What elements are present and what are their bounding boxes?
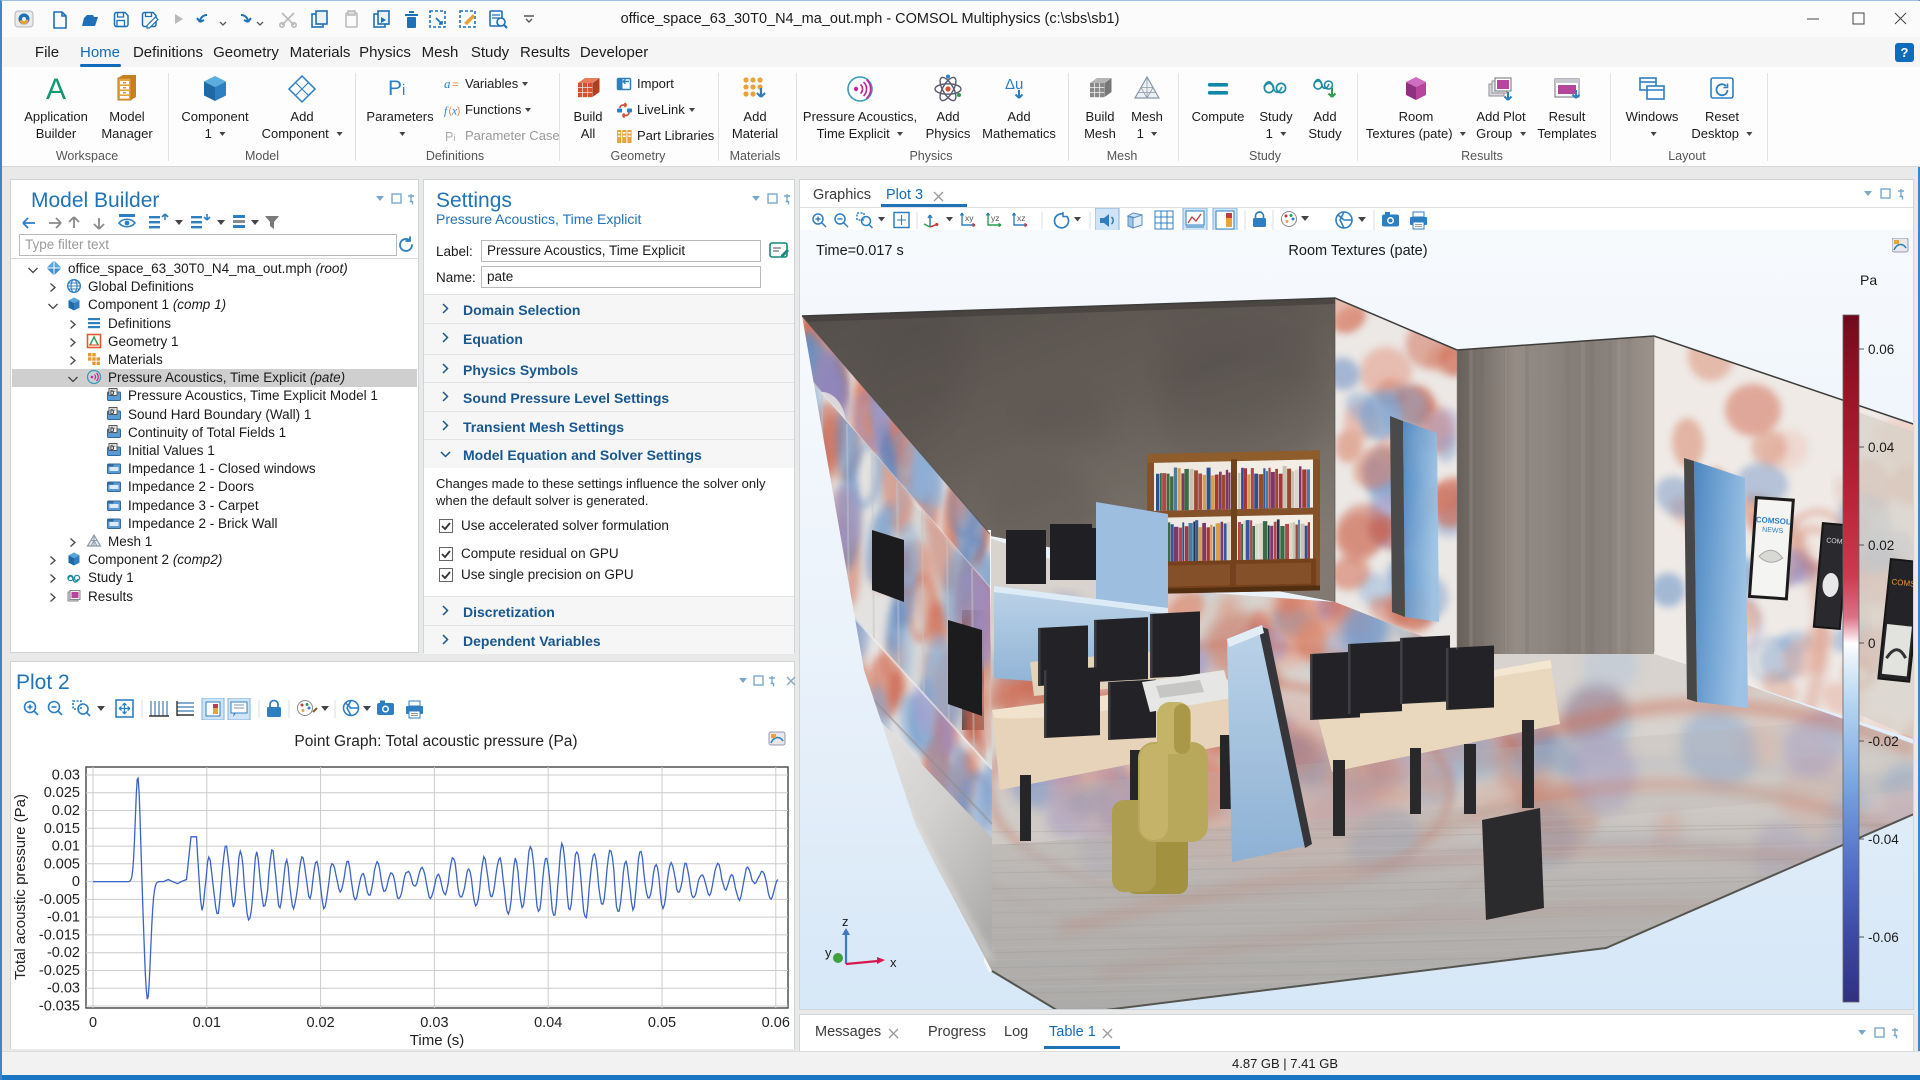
svg-text:0.04: 0.04 [1868,440,1895,455]
svg-text:a: a [444,76,451,91]
svg-text:x: x [890,955,897,970]
svg-text:P: P [388,77,402,100]
svg-text:D: D [110,428,115,434]
svg-text:i: i [402,82,405,99]
svg-text:P: P [445,130,453,144]
svg-text:0.02: 0.02 [52,803,80,819]
svg-text:-0.015: -0.015 [39,927,80,943]
svg-text:0.01: 0.01 [193,1015,221,1031]
svg-text:=: = [452,79,458,91]
svg-text:0.06: 0.06 [762,1015,790,1031]
svg-text:NEWS: NEWS [1762,527,1784,535]
svg-text:D: D [110,391,115,397]
svg-text:-0.06: -0.06 [1868,930,1899,945]
svg-text:0.01: 0.01 [52,839,80,855]
svg-text:z: z [842,914,849,929]
svg-text:0.04: 0.04 [534,1015,562,1031]
svg-text:0.02: 0.02 [1868,538,1894,553]
svg-text:0.03: 0.03 [52,768,80,784]
svg-text:-0.03: -0.03 [47,981,80,997]
svg-text:0: 0 [89,1015,97,1031]
svg-text:-0.02: -0.02 [47,945,80,961]
svg-text:0.005: 0.005 [44,856,80,872]
svg-text:-0.01: -0.01 [47,910,80,926]
svg-text:-0.035: -0.035 [39,999,80,1015]
svg-text:Time (s): Time (s) [410,1032,464,1049]
svg-text:0.02: 0.02 [306,1015,334,1031]
svg-text:-0.025: -0.025 [39,963,80,979]
svg-text:y: y [825,945,832,960]
svg-text:0.015: 0.015 [44,821,80,837]
svg-text:xy: xy [965,213,974,223]
svg-text:-0.04: -0.04 [1868,832,1899,847]
svg-text:D: D [110,410,115,416]
svg-text:0: 0 [72,874,80,890]
svg-text:yz: yz [991,213,1000,223]
svg-text:0.025: 0.025 [44,785,80,801]
svg-text:0.06: 0.06 [1868,342,1894,357]
svg-text:xz: xz [1017,213,1026,223]
svg-text:Total acoustic pressure (Pa): Total acoustic pressure (Pa) [12,794,29,980]
svg-text:0.05: 0.05 [648,1015,676,1031]
svg-text:0.03: 0.03 [420,1015,448,1031]
svg-text:Pa: Pa [1860,272,1877,288]
svg-text:A: A [46,74,66,104]
svg-text:-0.005: -0.005 [39,892,80,908]
svg-text:D: D [110,446,115,452]
svg-text:COM: COM [1826,537,1843,545]
svg-text:): ) [457,106,460,117]
svg-text:i: i [454,133,456,144]
svg-text:-0.02: -0.02 [1868,734,1899,749]
svg-text:Point Graph: Total acoustic pr: Point Graph: Total acoustic pressure (Pa… [294,733,577,750]
svg-text:Δu: Δu [1005,76,1023,93]
svg-text:0: 0 [1868,636,1876,651]
